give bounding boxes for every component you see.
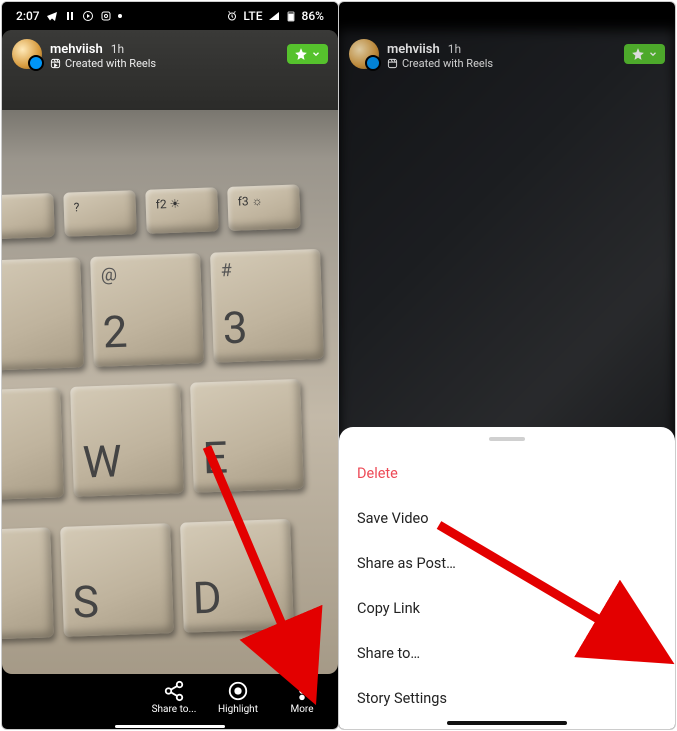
sheet-grip[interactable] xyxy=(489,437,525,441)
sheet-delete[interactable]: Delete xyxy=(339,451,675,496)
story-username[interactable]: mehviish xyxy=(50,42,103,57)
star-icon xyxy=(294,47,308,61)
story-action-bar: Share to... Highlight More xyxy=(2,671,338,723)
home-indicator[interactable] xyxy=(115,725,225,728)
reels-icon xyxy=(50,58,61,69)
avatar[interactable] xyxy=(349,39,379,69)
sheet-story-settings[interactable]: Story Settings xyxy=(339,676,675,721)
status-battery: 86% xyxy=(302,9,324,23)
highlight-button[interactable]: Highlight xyxy=(212,680,264,715)
status-network: LTE xyxy=(243,9,262,23)
star-icon xyxy=(631,47,645,61)
home-indicator[interactable] xyxy=(447,721,567,725)
sheet-save-video[interactable]: Save Video xyxy=(339,496,675,541)
phone-left: 2:07 LTE 86% f1?f2 ☀f3 ☼ xyxy=(1,1,339,730)
created-with-reels[interactable]: Created with Reels xyxy=(387,57,493,70)
story-viewer[interactable]: f1?f2 ☀f3 ☼ !1 @2 #3 Q W E A S D xyxy=(2,30,338,674)
story-username[interactable]: mehviish xyxy=(387,42,440,57)
story-time: 1h xyxy=(111,42,124,56)
pause-icon xyxy=(64,10,76,22)
highlight-icon xyxy=(227,680,249,702)
reels-icon xyxy=(387,58,398,69)
sheet-copy-link[interactable]: Copy Link xyxy=(339,586,675,631)
more-button[interactable]: More xyxy=(276,680,328,715)
more-vertical-icon xyxy=(291,680,313,702)
close-friends-badge[interactable] xyxy=(624,44,665,64)
created-with-reels[interactable]: Created with Reels xyxy=(50,57,156,70)
sheet-share-to[interactable]: Share to… xyxy=(339,631,675,676)
chevron-down-icon xyxy=(648,49,658,59)
story-time: 1h xyxy=(448,42,461,56)
alarm-icon xyxy=(226,10,238,22)
story-image-keyboard: f1?f2 ☀f3 ☼ !1 @2 #3 Q W E A S D xyxy=(2,30,338,674)
share-to-button[interactable]: Share to... xyxy=(148,680,200,715)
signal-icon xyxy=(268,10,280,22)
battery-icon xyxy=(285,10,297,22)
status-bar: 2:07 LTE 86% xyxy=(2,2,338,30)
instagram-icon xyxy=(100,10,112,22)
phone-right: mehviish 1h Created with Reels Delete Sa… xyxy=(338,1,676,730)
close-friends-badge[interactable] xyxy=(287,44,328,64)
more-options-sheet: Delete Save Video Share as Post… Copy Li… xyxy=(339,427,675,729)
sheet-share-as-post[interactable]: Share as Post… xyxy=(339,541,675,586)
share-icon xyxy=(163,680,185,702)
chevron-down-icon xyxy=(311,49,321,59)
circle-play-icon xyxy=(82,10,94,22)
telegram-icon xyxy=(46,10,58,22)
more-notifications-dot xyxy=(118,14,122,18)
avatar[interactable] xyxy=(12,39,42,69)
status-time: 2:07 xyxy=(16,9,40,23)
